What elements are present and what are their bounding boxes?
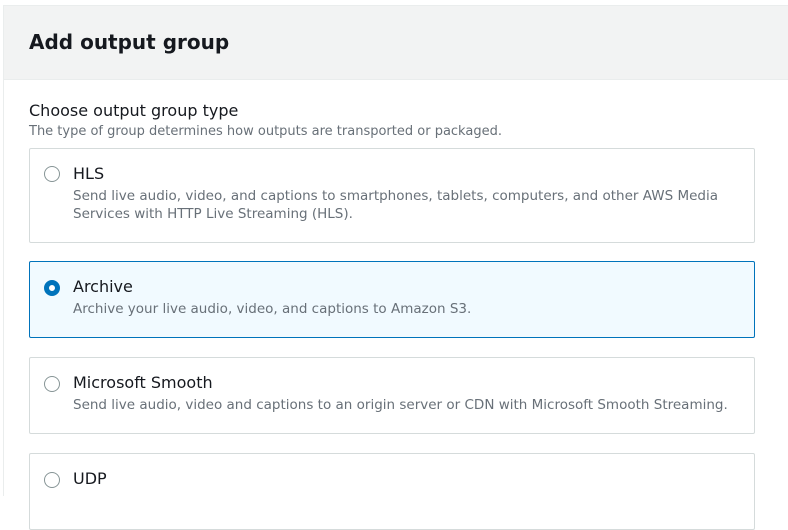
- option-archive-description: Archive your live audio, video, and capt…: [73, 301, 472, 317]
- option-archive-title: Archive: [73, 277, 133, 296]
- radio-hls[interactable]: [44, 166, 60, 182]
- option-microsoft-smooth-title: Microsoft Smooth: [73, 373, 213, 392]
- panel-title: Add output group: [29, 30, 230, 54]
- radio-udp[interactable]: [44, 472, 60, 488]
- option-microsoft-smooth-description: Send live audio, video and captions to a…: [73, 397, 728, 413]
- output-group-type-description: The type of group determines how outputs…: [29, 124, 502, 139]
- option-hls[interactable]: HLS Send live audio, video, and captions…: [29, 148, 755, 243]
- option-microsoft-smooth[interactable]: Microsoft Smooth Send live audio, video …: [29, 357, 755, 434]
- radio-archive[interactable]: [44, 280, 60, 296]
- option-hls-title: HLS: [73, 164, 105, 183]
- option-udp-title: UDP: [73, 469, 107, 488]
- add-output-group-panel: Add output group Choose output group typ…: [3, 5, 788, 530]
- option-hls-description: Send live audio, video, and captions to …: [73, 188, 718, 222]
- output-group-type-label: Choose output group type: [29, 101, 239, 120]
- radio-microsoft-smooth[interactable]: [44, 376, 60, 392]
- option-udp[interactable]: UDP: [29, 453, 755, 530]
- panel-header: Add output group: [4, 6, 788, 80]
- option-archive[interactable]: Archive Archive your live audio, video, …: [29, 261, 755, 338]
